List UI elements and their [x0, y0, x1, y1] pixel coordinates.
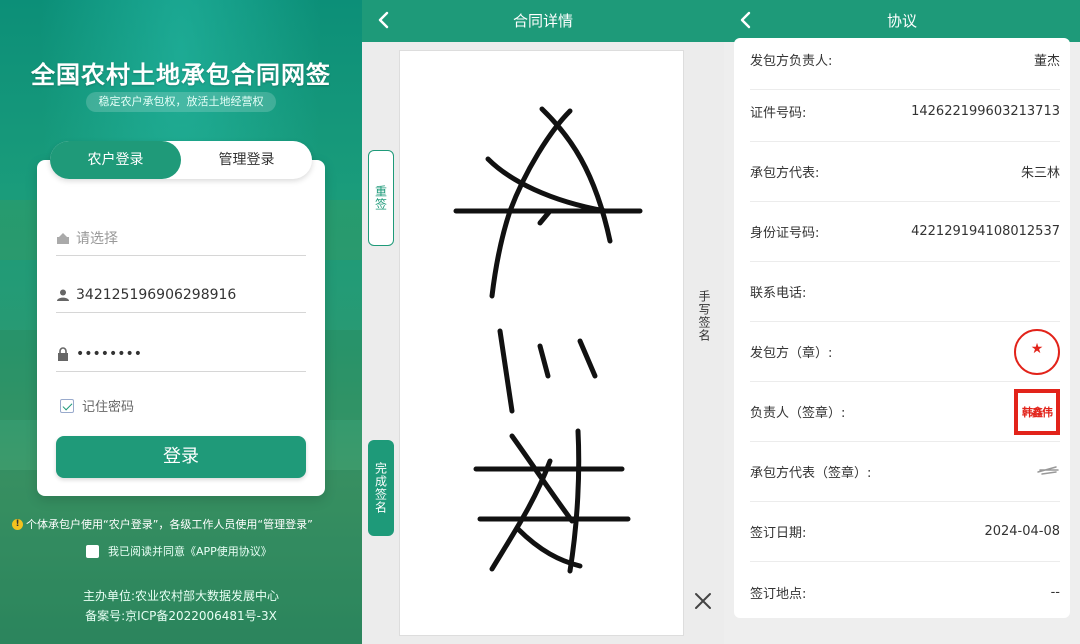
row-label: 负责人（签章）: — [750, 406, 846, 421]
slogan: 稳定农户承包权，放活土地经营权 — [86, 92, 276, 112]
row-label: 签订地点: — [750, 586, 807, 602]
detail-header: 合同详情 — [362, 0, 724, 42]
agreement-consent[interactable]: 我已阅读并同意《APP使用协议》 — [86, 543, 272, 559]
icp-text: 备案号:京ICP备2022006481号-3X — [85, 609, 277, 623]
account-input[interactable]: 342125196906298916 — [56, 277, 306, 313]
row-label: 联系电话: — [750, 286, 807, 301]
remember-password[interactable]: 记住密码 — [60, 396, 134, 415]
tab-farmer-login[interactable]: 农户登录 — [50, 141, 181, 179]
login-button[interactable]: 登录 — [56, 436, 306, 478]
row-id-number: 证件号码: 142622199603213713 — [750, 82, 1060, 142]
agreement-card: 发包方负责人: 董杰 证件号码: 142622199603213713 承包方代… — [734, 38, 1070, 618]
region-select[interactable]: 请选择 — [56, 220, 306, 256]
contract-detail-panel: 合同详情 重签 完成签名 手写签名 — [362, 0, 724, 644]
login-panel: 全国农村土地承包合同网签 稳定农户承包权，放活土地经营权 农户登录 管理登录 请… — [0, 0, 362, 644]
remember-label: 记住密码 — [82, 400, 135, 415]
row-sign-date: 签订日期: 2024-04-08 — [750, 502, 1060, 562]
password-input[interactable]: •••••••• — [56, 336, 306, 372]
row-label: 发包方负责人: — [750, 54, 833, 69]
finish-label: 完成签名 — [373, 462, 388, 514]
app-title: 全国农村土地承包合同网签 — [31, 61, 331, 89]
login-notice: ! 个体承包户使用“农户登录”，各级工作人员使用“管理登录” — [12, 516, 313, 532]
tab-admin-login[interactable]: 管理登录 — [181, 141, 312, 179]
sponsor-text: 主办单位:农业农村部大数据发展中心 — [82, 589, 280, 603]
warning-icon: ! — [12, 518, 23, 530]
detail-title: 合同详情 — [512, 12, 573, 30]
row-value: -- — [1050, 584, 1060, 600]
remember-checkbox[interactable] — [60, 398, 74, 413]
close-icon[interactable] — [692, 590, 714, 612]
row-value: 朱三林 — [1020, 166, 1060, 181]
row-label: 证件号码: — [750, 106, 807, 121]
login-tabs: 农户登录 管理登录 — [50, 141, 312, 179]
row-phone: 联系电话: — [750, 262, 1060, 322]
handwritten-signature — [453, 106, 643, 574]
agreement-panel: 协议 发包方负责人: 董杰 证件号码: 142622199603213713 承… — [724, 0, 1080, 644]
agreement-checkbox[interactable] — [86, 544, 99, 558]
password-value: •••••••• — [76, 345, 143, 362]
notice-text: 个体承包户使用“农户登录”，各级工作人员使用“管理登录” — [26, 518, 313, 531]
row-label: 发包方（章）: — [750, 346, 833, 361]
lock-icon — [56, 346, 70, 361]
signature-thumbnail — [1036, 464, 1060, 480]
row-label: 承包方代表（签章）: — [750, 466, 872, 481]
handwrite-label: 手写签名 — [697, 290, 711, 342]
location-icon — [56, 231, 70, 245]
row-label: 签订日期: — [750, 526, 807, 541]
finish-signature-button[interactable]: 完成签名 — [368, 440, 394, 536]
row-issuer-seal: 发包方（章）: — [750, 322, 1060, 382]
row-value: 2024-04-08 — [984, 524, 1060, 539]
personal-seal-stamp: 韩鑫伟 — [1014, 388, 1060, 435]
official-seal-stamp — [1014, 328, 1060, 375]
row-contractor-rep: 承包方代表: 朱三林 — [750, 142, 1060, 202]
resign-button[interactable]: 重签 — [368, 150, 394, 246]
signature-canvas[interactable] — [399, 50, 684, 636]
region-placeholder: 请选择 — [76, 230, 118, 247]
row-head-signature: 负责人（签章）: 韩鑫伟 — [750, 382, 1060, 442]
row-sign-place: 签订地点: -- — [750, 562, 1060, 622]
row-issuer-head: 发包方负责人: 董杰 — [750, 30, 1060, 90]
row-contractor-signature: 承包方代表（签章）: — [750, 442, 1060, 502]
row-value: 董杰 — [1033, 54, 1060, 69]
user-icon — [56, 288, 70, 302]
row-value: 422129194108012537 — [911, 224, 1060, 239]
resign-label: 重签 — [373, 185, 388, 211]
row-label: 承包方代表: — [750, 166, 820, 181]
row-idcard-number: 身份证号码: 422129194108012537 — [750, 202, 1060, 262]
agreement-label[interactable]: 我已阅读并同意《APP使用协议》 — [108, 543, 272, 559]
row-value: 142622199603213713 — [911, 104, 1060, 119]
account-value: 342125196906298916 — [76, 286, 237, 303]
row-label: 身份证号码: — [750, 226, 820, 241]
